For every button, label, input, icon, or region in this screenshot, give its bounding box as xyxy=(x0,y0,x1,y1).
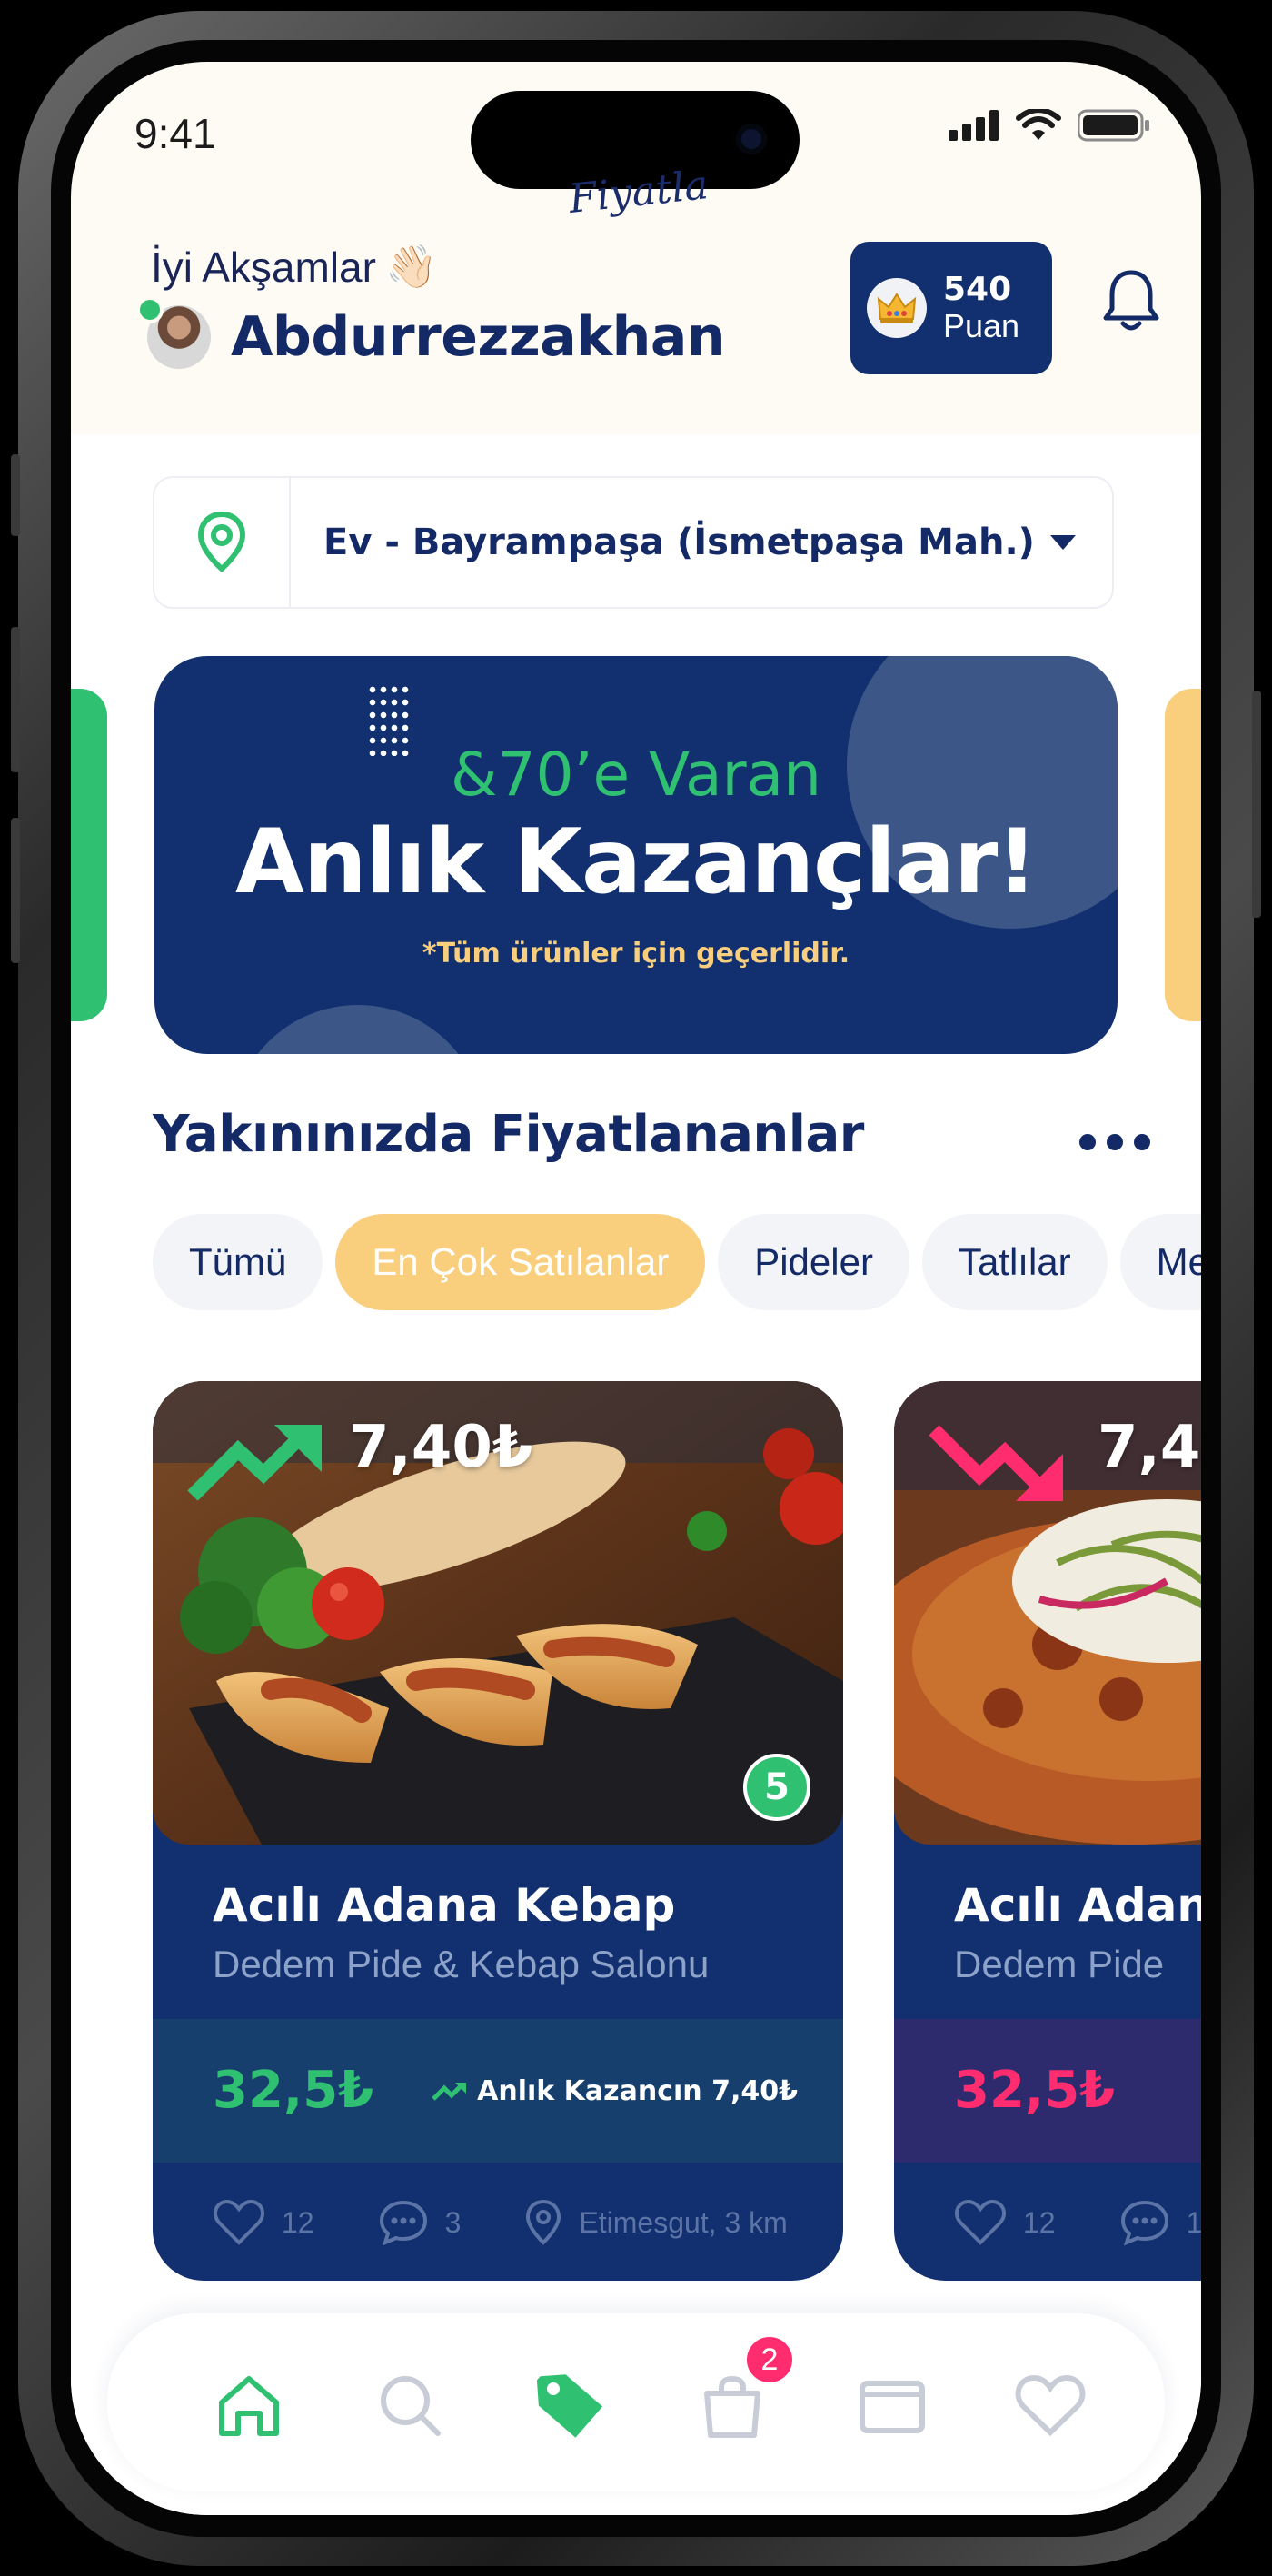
cellular-signal-icon xyxy=(949,110,999,141)
heart-icon[interactable] xyxy=(954,2199,1007,2246)
home-icon xyxy=(219,2376,279,2436)
trend-up-icon xyxy=(432,2082,467,2101)
price-band: 32,5₺ Anlık Kazancın 7,40₺ xyxy=(153,2019,843,2163)
banner-headline: &70’e Varan xyxy=(451,740,821,810)
location-selector[interactable]: Ev - Bayrampaşa (İsmetpaşa Mah.) xyxy=(153,476,1114,609)
comment-count: 1 xyxy=(1186,2205,1201,2239)
wave-emoji: 👋🏻 xyxy=(384,243,438,290)
tag-icon xyxy=(536,2374,603,2438)
search-icon xyxy=(381,2376,441,2436)
product-title: Acılı Adana Kebap xyxy=(954,1879,1201,1932)
chip-all[interactable]: Tümü xyxy=(153,1214,323,1310)
count-badge: 5 xyxy=(743,1754,810,1821)
section-title: Yakınınızda Fiyatlananlar xyxy=(153,1105,864,1164)
points-button[interactable]: 540 Puan xyxy=(850,242,1052,374)
volume-down-button xyxy=(11,818,20,963)
location-pin-icon xyxy=(526,2199,561,2245)
comment-count: 3 xyxy=(444,2205,462,2239)
battery-icon xyxy=(1078,109,1149,142)
tab-cart[interactable]: 2 xyxy=(689,2333,796,2450)
wifi-icon xyxy=(1016,109,1061,140)
more-options-icon[interactable] xyxy=(1079,1134,1150,1150)
promo-banner[interactable]: &70’e Varan Anlık Kazançlar! *Tüm ürünle… xyxy=(154,656,1118,1054)
bell-icon[interactable] xyxy=(1101,267,1161,333)
cart-count-badge: 2 xyxy=(743,2333,796,2386)
chevron-down-icon xyxy=(1050,535,1076,550)
points-label: Puan xyxy=(943,307,1020,344)
status-icons xyxy=(949,109,1150,142)
chip-more[interactable]: Me xyxy=(1119,1214,1201,1310)
product-price: 32,5₺ xyxy=(954,2061,1116,2120)
banner-title: Anlık Kazançlar! xyxy=(235,811,1038,914)
avatar[interactable] xyxy=(136,296,211,369)
location-pin-icon xyxy=(197,511,246,572)
volume-up-button xyxy=(11,627,20,772)
category-chips: Tümü En Çok Satılanlar Pideler Tatlılar … xyxy=(153,1214,1201,1310)
app-screen: 9:41 Fiyatla İyi Akşamlar 👋🏻 Abdurrezzak… xyxy=(71,62,1201,2515)
online-status-icon xyxy=(136,296,164,323)
instant-gain: Anlık Kazancın 7,40₺ xyxy=(432,2075,798,2107)
greeting-text: İyi Akşamlar xyxy=(151,243,376,291)
restaurant-name: Dedem Pide xyxy=(954,1943,1165,1985)
product-title: Acılı Adana Kebap xyxy=(213,1879,676,1932)
greeting: İyi Akşamlar 👋🏻 xyxy=(151,242,437,292)
heart-icon[interactable] xyxy=(213,2199,265,2246)
like-count: 12 xyxy=(282,2205,314,2239)
banner-decoration xyxy=(231,1005,485,1054)
distance-label: Etimesgut, 3 km xyxy=(579,2205,788,2239)
status-time: 9:41 xyxy=(134,110,216,157)
location-icon-box xyxy=(154,478,291,607)
card-stats: 12 3 Etimesgut, 3 km xyxy=(213,2199,788,2246)
price-band: 32,5₺ xyxy=(894,2019,1201,2163)
product-card[interactable]: 7,40 Acılı Adana Kebap Dedem Pide 32,5₺ … xyxy=(894,1381,1201,2281)
chip-desserts[interactable]: Tatlılar xyxy=(921,1214,1108,1310)
tab-deals[interactable] xyxy=(527,2362,614,2450)
bottom-tab-bar: 2 xyxy=(107,2313,1165,2491)
tab-favorites[interactable] xyxy=(1007,2362,1094,2450)
location-label: Ev - Bayrampaşa (İsmetpaşa Mah.) xyxy=(323,522,1035,563)
product-price: 32,5₺ xyxy=(213,2061,374,2120)
comment-icon[interactable] xyxy=(1119,2199,1170,2246)
heart-icon xyxy=(1015,2374,1086,2437)
crown-icon xyxy=(867,278,927,338)
trend-up-icon xyxy=(187,1425,322,1501)
tab-search[interactable] xyxy=(367,2362,454,2450)
banner-prev-peek[interactable] xyxy=(71,689,107,1021)
user-row[interactable]: Abdurrezzakhan xyxy=(136,296,726,369)
banner-note: *Tüm ürünler için geçerlidir. xyxy=(422,938,850,970)
instant-gain-label: Anlık Kazancın 7,40₺ xyxy=(477,2075,798,2107)
tab-wallet[interactable] xyxy=(849,2362,936,2450)
points-value: 540 xyxy=(943,271,1012,308)
trend-down-icon xyxy=(929,1425,1063,1501)
comment-icon[interactable] xyxy=(378,2199,429,2246)
username: Abdurrezzakhan xyxy=(231,305,726,369)
like-count: 12 xyxy=(1023,2205,1056,2239)
wallet-icon xyxy=(860,2381,925,2433)
banner-next-peek[interactable] xyxy=(1165,689,1201,1021)
tab-home[interactable] xyxy=(205,2362,293,2450)
chip-pides[interactable]: Pideler xyxy=(718,1214,909,1310)
product-card[interactable]: 7,40₺ 5 Acılı Adana Kebap Dedem Pide & K… xyxy=(153,1381,843,2281)
price-change: 7,40 xyxy=(1098,1414,1201,1481)
price-change: 7,40₺ xyxy=(349,1414,533,1481)
restaurant-name: Dedem Pide & Kebap Salonu xyxy=(213,1943,710,1985)
card-stats: 12 1 xyxy=(954,2199,1201,2246)
action-button xyxy=(11,454,20,536)
camera-icon xyxy=(736,124,767,154)
power-button xyxy=(1252,691,1261,918)
chip-best-sellers[interactable]: En Çok Satılanlar xyxy=(335,1214,706,1310)
